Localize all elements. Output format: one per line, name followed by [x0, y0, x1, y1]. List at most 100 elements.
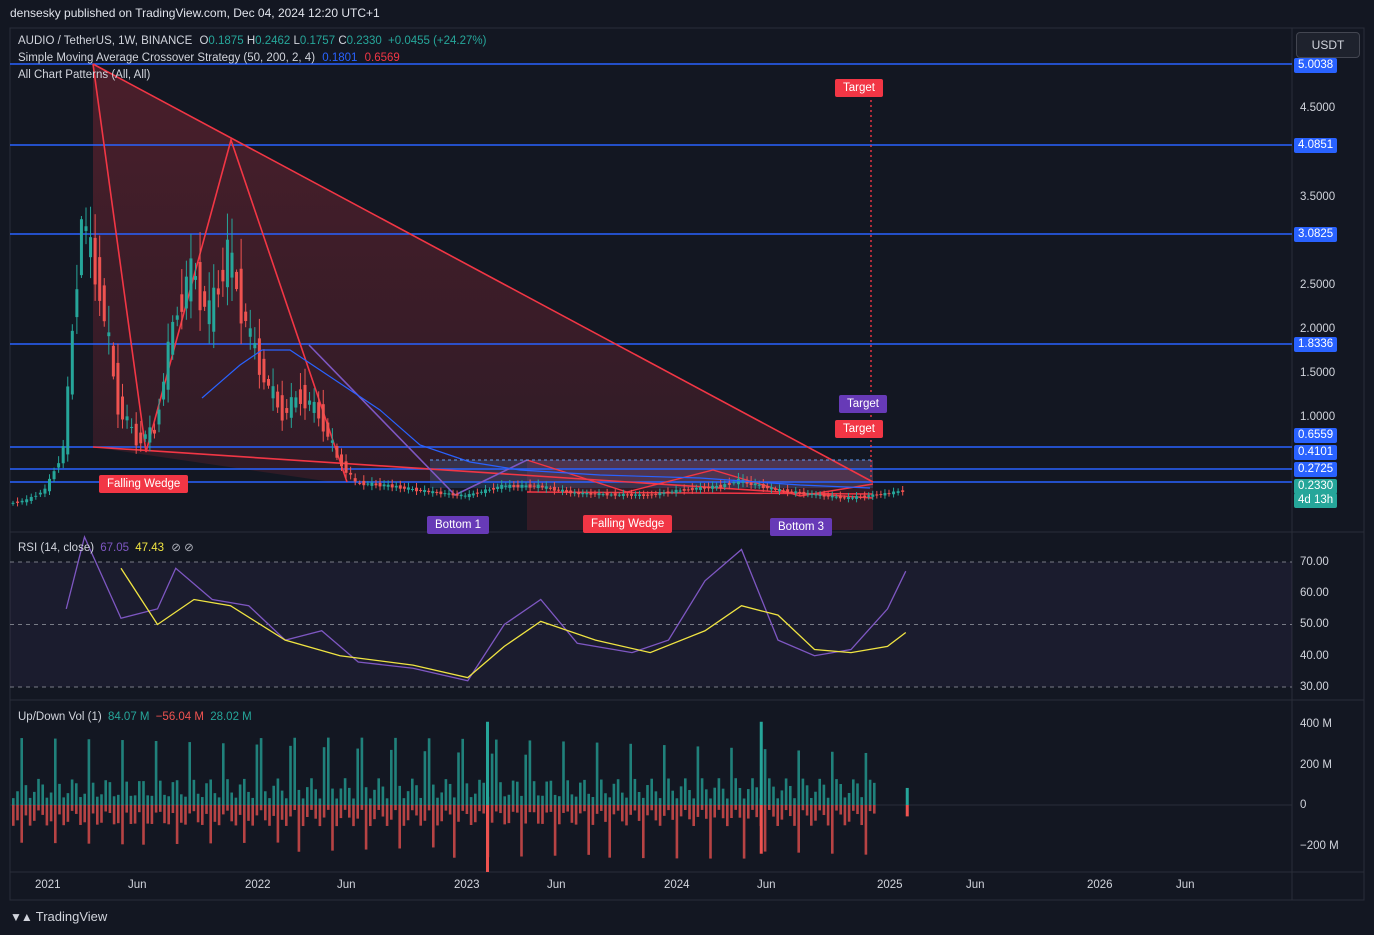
vol-up-bar: [45, 797, 49, 805]
candle-body: [415, 487, 419, 492]
vol-up-bar: [528, 740, 532, 805]
vol-up-bar: [843, 797, 847, 805]
vol-up-bar: [100, 794, 103, 805]
vol-down-bar: [184, 805, 187, 825]
chart-canvas[interactable]: [0, 0, 1374, 935]
candle-body: [362, 480, 366, 486]
vol-up-bar: [822, 784, 826, 805]
vol-down-bar: [159, 805, 162, 812]
candle-body: [830, 495, 834, 498]
candle-body: [621, 493, 625, 496]
vol-up-bar: [268, 798, 271, 805]
candle-body: [130, 426, 134, 428]
target-badge-1[interactable]: Target: [835, 79, 883, 97]
vol-up-bar: [62, 797, 65, 805]
symbol-legend[interactable]: AUDIO / TetherUS, 1W, BINANCE O0.1875 H0…: [18, 35, 486, 47]
vol-up-bar: [234, 797, 238, 805]
candle-body: [508, 484, 512, 488]
vol-down-bar: [213, 805, 217, 822]
vol-down-bar: [348, 805, 351, 818]
candle-body: [321, 404, 325, 432]
falling-wedge-badge-1[interactable]: Falling Wedge: [99, 475, 189, 493]
candle-body: [280, 395, 284, 421]
vol-down-bar: [297, 805, 301, 852]
vol-up-bar: [91, 782, 95, 805]
candle-body: [29, 496, 33, 501]
vol-up-bar: [289, 745, 292, 805]
vol-down-bar: [852, 805, 855, 811]
vol-down-bar: [478, 805, 481, 812]
vol-down-bar: [831, 805, 834, 854]
vol-up-bar: [117, 794, 120, 805]
sma-legend[interactable]: Simple Moving Average Crossover Strategy…: [18, 52, 400, 64]
vol-down-bar: [96, 805, 99, 825]
vol-down-bar: [591, 805, 595, 825]
vol-up-bar: [738, 787, 742, 805]
vol-down-bar: [520, 805, 523, 857]
candle-body: [262, 358, 266, 383]
candle-body: [340, 454, 343, 467]
target-badge-2[interactable]: Target: [839, 395, 887, 413]
vol-up-bar: [784, 778, 788, 805]
rsi-legend[interactable]: RSI (14, close) 67.05 47.43 ⊘ ⊘: [18, 540, 194, 554]
vol-down-bar: [49, 805, 53, 822]
bottom-1-badge[interactable]: Bottom 1: [427, 516, 490, 534]
vol-down-bar: [671, 805, 674, 820]
candle-body: [577, 492, 581, 495]
symbol-name: AUDIO / TetherUS, 1W, BINANCE: [18, 35, 193, 47]
vol-up-bar: [222, 743, 225, 805]
candle-body: [585, 493, 589, 495]
bottom-3-badge[interactable]: Bottom 3: [770, 518, 833, 536]
target-badge-3[interactable]: Target: [835, 420, 883, 438]
vol-up-bar: [364, 787, 368, 805]
patterns-legend[interactable]: All Chart Patterns (All, All): [18, 69, 150, 81]
vol-up-bar: [637, 791, 641, 805]
vol-down-bar: [495, 805, 498, 812]
vol-legend[interactable]: Up/Down Vol (1) 84.07 M −56.04 M 28.02 M: [18, 711, 252, 723]
candle-body: [451, 493, 455, 496]
vol-up-bar: [469, 797, 473, 805]
vol-up-bar: [448, 783, 452, 805]
candle-body: [597, 493, 601, 496]
vol-down-bar: [469, 805, 473, 825]
vol-up-bar: [516, 781, 519, 805]
vol-up-bar: [553, 794, 557, 805]
vol-down-bar: [587, 805, 590, 855]
vol-up-bar: [721, 788, 725, 805]
candle-body: [276, 391, 280, 408]
open-value: 0.1875: [208, 35, 244, 47]
vol-down-bar: [234, 805, 238, 826]
candle-body: [225, 239, 229, 288]
candle-body: [84, 226, 88, 231]
close-label: C: [338, 35, 347, 47]
candle-body: [625, 494, 629, 496]
time-tick: Jun: [966, 879, 985, 891]
vol-down-bar: [192, 805, 196, 812]
vol-up-bar: [339, 788, 343, 805]
vol-down-bar: [595, 805, 599, 814]
vol-down-bar: [658, 805, 662, 826]
tradingview-icon: ▼▲: [10, 909, 33, 924]
vol-up-bar: [587, 793, 590, 805]
vol-up-bar: [184, 796, 187, 805]
vol-down-bar: [33, 805, 36, 821]
vol-up-bar: [772, 786, 775, 805]
vol-up-bar: [87, 739, 91, 805]
currency-button[interactable]: USDT: [1296, 32, 1360, 58]
vol-up-bar: [243, 778, 246, 805]
vol-up-bar: [83, 793, 86, 805]
vol-up-bar: [545, 781, 548, 805]
vol-down-bar: [129, 805, 133, 824]
vol-down-bar: [415, 805, 418, 816]
eye-off-icon[interactable]: ⊘ ⊘: [171, 542, 193, 554]
falling-wedge-badge-2[interactable]: Falling Wedge: [583, 515, 673, 533]
vol-up-bar: [12, 798, 15, 805]
vol-down-bar: [633, 805, 637, 811]
vol-up-bar: [671, 790, 674, 805]
vol-up-bar: [826, 797, 830, 805]
candle-body: [326, 422, 330, 437]
candle-body: [439, 491, 443, 495]
vol-up-bar: [579, 782, 582, 805]
vol-up-bar: [667, 778, 670, 805]
candle-body: [871, 494, 875, 497]
